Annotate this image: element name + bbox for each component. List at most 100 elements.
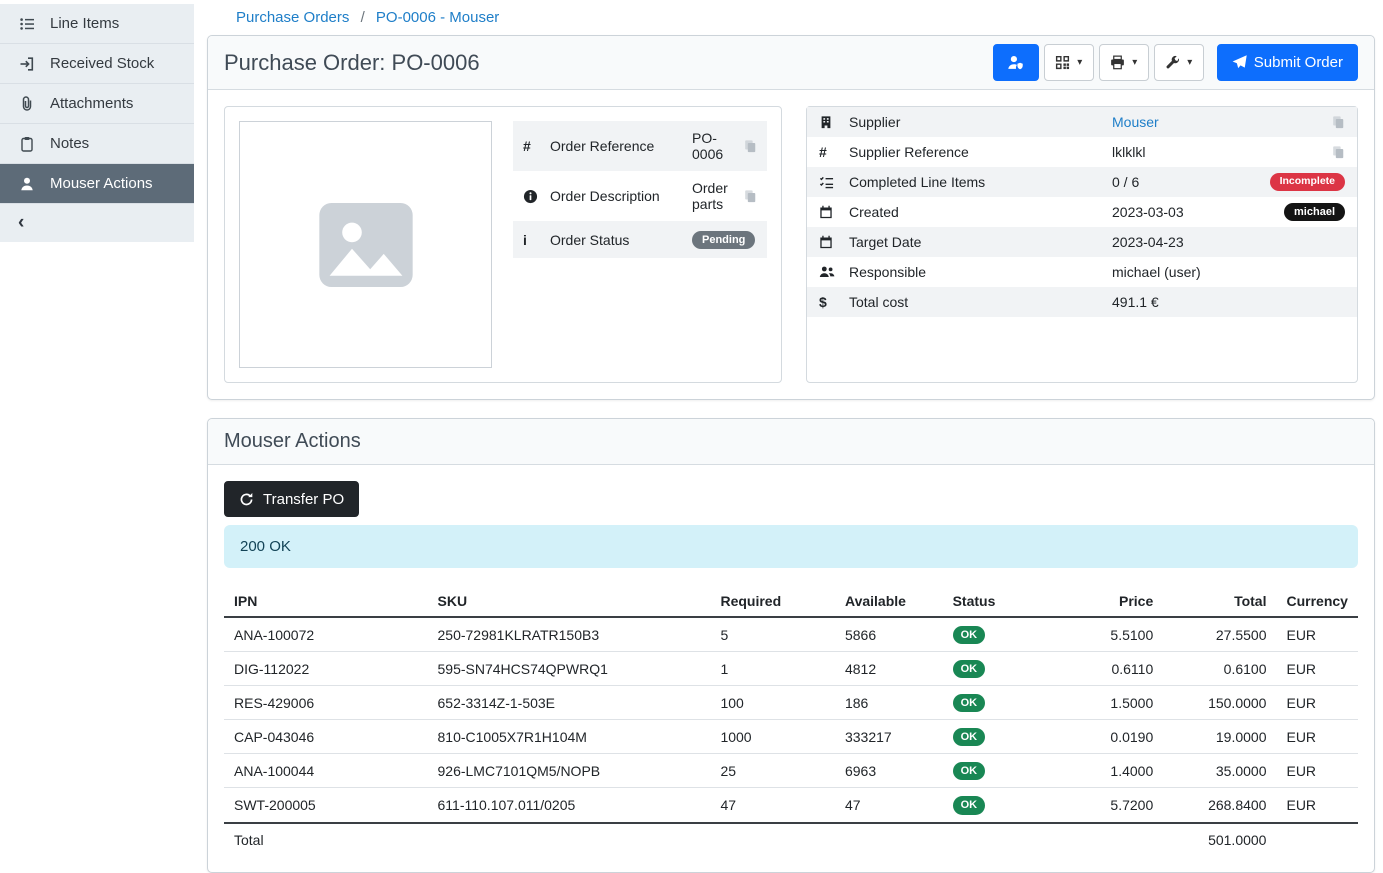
- cell-sku: 652-3314Z-1-503E: [428, 686, 711, 720]
- user-icon: [18, 176, 36, 192]
- status-badge-incomplete: Incomplete: [1270, 173, 1345, 191]
- detail-label: Supplier Reference: [849, 144, 1112, 160]
- breadcrumb-link-purchase-orders[interactable]: Purchase Orders: [236, 9, 349, 26]
- sidebar-item-received-stock[interactable]: Received Stock: [0, 44, 194, 84]
- calendar-icon: [819, 205, 849, 219]
- cell-available: 5866: [835, 617, 943, 652]
- cell-required: 1: [710, 652, 835, 686]
- cell-available: 333217: [835, 720, 943, 754]
- copy-icon[interactable]: [1331, 115, 1345, 129]
- sidebar-item-mouser-actions[interactable]: Mouser Actions: [0, 164, 194, 204]
- sidebar-collapse-button[interactable]: ‹: [0, 204, 194, 242]
- status-badge-ok: OK: [953, 660, 986, 678]
- cell-ipn: DIG-112022: [224, 652, 428, 686]
- detail-value: Order parts: [692, 180, 743, 212]
- options-menu-button[interactable]: ▾: [1154, 44, 1204, 81]
- detail-row-target-date: Target Date 2023-04-23: [807, 227, 1357, 257]
- sidebar-item-notes[interactable]: Notes: [0, 124, 194, 164]
- detail-value: lklklkl: [1112, 144, 1331, 160]
- detail-value: Mouser: [1112, 114, 1331, 130]
- cell-sku: 611-110.107.011/0205: [428, 788, 711, 823]
- detail-row-completed-line-items: Completed Line Items 0 / 6 Incomplete: [807, 167, 1357, 197]
- cell-total: 150.0000: [1163, 686, 1276, 720]
- copy-icon[interactable]: [743, 139, 757, 153]
- info-icon: i: [523, 232, 550, 248]
- list-icon: [18, 16, 36, 32]
- detail-row-created: Created 2023-03-03 michael: [807, 197, 1357, 227]
- detail-value: 2023-03-03: [1112, 204, 1284, 220]
- col-header-available: Available: [835, 586, 943, 617]
- footer-total-value: 501.0000: [1163, 823, 1276, 856]
- paperclip-icon: [18, 96, 36, 112]
- col-header-total: Total: [1163, 586, 1276, 617]
- sidebar-item-line-items[interactable]: Line Items: [0, 4, 194, 44]
- cell-available: 47: [835, 788, 943, 823]
- cell-currency: EUR: [1276, 754, 1358, 788]
- cell-total: 27.5500: [1163, 617, 1276, 652]
- cell-price: 1.5000: [1050, 686, 1163, 720]
- cell-price: 5.5100: [1050, 617, 1163, 652]
- order-details-table: # Order Reference PO-0006 Order Descri: [513, 121, 767, 258]
- mouser-actions-panel-header: Mouser Actions: [208, 419, 1374, 465]
- cell-required: 100: [710, 686, 835, 720]
- main-content: Purchase Orders / PO-0006 - Mouser Purch…: [194, 0, 1383, 794]
- detail-value: 491.1 €: [1112, 294, 1345, 310]
- clipboard-icon: [18, 136, 36, 152]
- cell-currency: EUR: [1276, 788, 1358, 823]
- detail-row-supplier-reference: # Supplier Reference lklklkl: [807, 137, 1357, 167]
- detail-label: Order Description: [550, 188, 692, 204]
- footer-spacer: [428, 823, 1164, 856]
- user-badge-michael: michael: [1284, 203, 1345, 221]
- page-title: Purchase Order: PO-0006: [224, 50, 480, 76]
- table-row: CAP-043046 810-C1005X7R1H104M 1000 33321…: [224, 720, 1358, 754]
- chevron-left-icon: ‹: [18, 212, 24, 234]
- status-alert: 200 OK: [224, 525, 1358, 568]
- status-badge-ok: OK: [953, 694, 986, 712]
- footer-total-label: Total: [224, 823, 428, 856]
- table-row: RES-429006 652-3314Z-1-503E 100 186 OK 1…: [224, 686, 1358, 720]
- cell-currency: EUR: [1276, 720, 1358, 754]
- cell-available: 6963: [835, 754, 943, 788]
- building-icon: [819, 115, 849, 129]
- table-row: ANA-100072 250-72981KLRATR150B3 5 5866 O…: [224, 617, 1358, 652]
- purchase-order-panel-header: Purchase Order: PO-0006 ▾: [208, 36, 1374, 90]
- cell-required: 25: [710, 754, 835, 788]
- qr-code-icon: [1055, 55, 1070, 70]
- info-circle-icon: [523, 189, 550, 204]
- cell-ipn: ANA-100044: [224, 754, 428, 788]
- breadcrumb: Purchase Orders / PO-0006 - Mouser: [194, 0, 1383, 35]
- supplier-link[interactable]: Mouser: [1112, 114, 1159, 130]
- part-thumbnail[interactable]: [239, 121, 492, 368]
- col-header-ipn: IPN: [224, 586, 428, 617]
- cell-currency: EUR: [1276, 652, 1358, 686]
- status-badge-ok: OK: [953, 762, 986, 780]
- sidebar-item-label: Mouser Actions: [50, 175, 153, 192]
- user-badge-icon: [1007, 54, 1024, 71]
- cell-sku: 250-72981KLRATR150B3: [428, 617, 711, 652]
- cell-currency: EUR: [1276, 686, 1358, 720]
- col-header-status: Status: [943, 586, 1051, 617]
- cell-price: 1.4000: [1050, 754, 1163, 788]
- status-badge-ok: OK: [953, 626, 986, 644]
- detail-value: 2023-04-23: [1112, 234, 1345, 250]
- sidebar-item-attachments[interactable]: Attachments: [0, 84, 194, 124]
- submit-order-button[interactable]: Submit Order: [1217, 44, 1358, 81]
- cell-ipn: SWT-200005: [224, 788, 428, 823]
- cell-available: 4812: [835, 652, 943, 686]
- printer-icon: [1110, 55, 1125, 70]
- breadcrumb-link-current-order[interactable]: PO-0006 - Mouser: [376, 9, 499, 26]
- table-row: DIG-112022 595-SN74HCS74QPWRQ1 1 4812 OK…: [224, 652, 1358, 686]
- paper-plane-icon: [1232, 55, 1247, 70]
- cell-status: OK: [943, 754, 1051, 788]
- print-menu-button[interactable]: ▾: [1099, 44, 1149, 81]
- copy-icon[interactable]: [743, 189, 757, 203]
- assign-user-button[interactable]: [993, 44, 1039, 81]
- cell-sku: 595-SN74HCS74QPWRQ1: [428, 652, 711, 686]
- sign-in-icon: [18, 56, 36, 72]
- detail-value: PO-0006: [692, 130, 743, 162]
- transfer-po-button[interactable]: Transfer PO: [224, 481, 359, 517]
- copy-icon[interactable]: [1331, 145, 1345, 159]
- cell-status: OK: [943, 720, 1051, 754]
- cell-status: OK: [943, 617, 1051, 652]
- barcode-menu-button[interactable]: ▾: [1044, 44, 1094, 81]
